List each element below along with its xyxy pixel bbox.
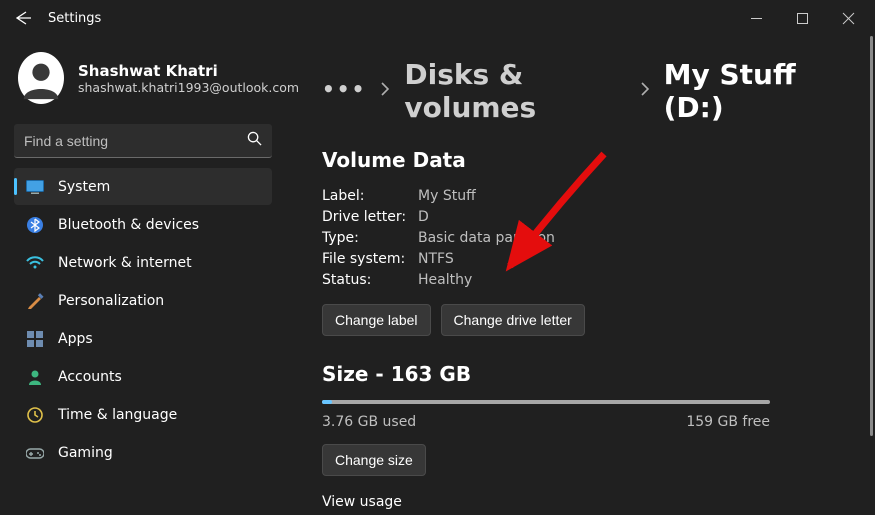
sidebar-item-bluetooth[interactable]: Bluetooth & devices (14, 206, 272, 243)
change-size-button[interactable]: Change size (322, 444, 426, 476)
size-used: 3.76 GB used (322, 414, 416, 430)
sidebar-item-label: Network & internet (58, 255, 192, 271)
chevron-right-icon (380, 82, 390, 100)
change-drive-letter-button[interactable]: Change drive letter (441, 304, 585, 336)
minimize-icon (751, 13, 762, 24)
sidebar-item-time[interactable]: Time & language (14, 396, 272, 433)
label-key: Label: (322, 188, 418, 204)
breadcrumb-current: My Stuff (D:) (664, 58, 835, 124)
file-system-value: NTFS (418, 251, 454, 267)
sidebar-item-label: Time & language (58, 407, 177, 423)
close-button[interactable] (825, 3, 871, 33)
scrollbar[interactable] (870, 36, 873, 515)
bluetooth-icon (26, 216, 44, 234)
breadcrumb: ••• Disks & volumes My Stuff (D:) (322, 58, 835, 124)
sidebar-item-accounts[interactable]: Accounts (14, 358, 272, 395)
sidebar-item-gaming[interactable]: Gaming (14, 434, 272, 471)
search-box[interactable] (14, 124, 272, 158)
type-value: Basic data partition (418, 230, 555, 246)
size-free: 159 GB free (686, 414, 770, 430)
sidebar-item-personalization[interactable]: Personalization (14, 282, 272, 319)
minimize-button[interactable] (733, 3, 779, 33)
clock-icon (26, 406, 44, 424)
change-label-button[interactable]: Change label (322, 304, 431, 336)
search-icon (247, 131, 262, 150)
size-bar-fill (322, 400, 332, 404)
status-key: Status: (322, 272, 418, 288)
user-name: Shashwat Khatri (78, 62, 299, 80)
size-title: Size - 163 GB (322, 362, 835, 386)
sidebar-item-network[interactable]: Network & internet (14, 244, 272, 281)
drive-letter-key: Drive letter: (322, 209, 418, 225)
size-bar (322, 400, 770, 404)
sidebar-item-label: Apps (58, 331, 93, 347)
avatar (18, 52, 64, 104)
breadcrumb-more[interactable]: ••• (322, 77, 366, 105)
chevron-right-icon (640, 82, 650, 100)
account-icon (26, 368, 44, 386)
sidebar-item-label: Bluetooth & devices (58, 217, 199, 233)
sidebar-item-label: Personalization (58, 293, 164, 309)
label-value: My Stuff (418, 188, 476, 204)
gaming-icon (26, 444, 44, 462)
sidebar-item-system[interactable]: System (14, 168, 272, 205)
maximize-button[interactable] (779, 3, 825, 33)
sidebar-item-label: System (58, 179, 110, 195)
apps-icon (26, 330, 44, 348)
back-button[interactable] (4, 0, 44, 36)
status-value: Healthy (418, 272, 472, 288)
scrollbar-thumb[interactable] (870, 36, 873, 436)
type-key: Type: (322, 230, 418, 246)
maximize-icon (797, 13, 808, 24)
brush-icon (26, 292, 44, 310)
system-icon (26, 178, 44, 196)
sidebar-item-apps[interactable]: Apps (14, 320, 272, 357)
sidebar-item-label: Gaming (58, 445, 113, 461)
search-input[interactable] (24, 133, 247, 149)
sidebar-item-label: Accounts (58, 369, 122, 385)
breadcrumb-parent[interactable]: Disks & volumes (404, 58, 625, 124)
file-system-key: File system: (322, 251, 418, 267)
user-block[interactable]: Shashwat Khatri shashwat.khatri1993@outl… (8, 44, 278, 118)
back-arrow-icon (16, 10, 32, 26)
close-icon (843, 13, 854, 24)
user-email: shashwat.khatri1993@outlook.com (78, 80, 299, 95)
window-title: Settings (48, 11, 101, 26)
avatar-placeholder-icon (18, 55, 64, 101)
wifi-icon (26, 254, 44, 272)
drive-letter-value: D (418, 209, 429, 225)
view-usage-link[interactable]: View usage (322, 494, 835, 510)
volume-data-title: Volume Data (322, 148, 835, 172)
